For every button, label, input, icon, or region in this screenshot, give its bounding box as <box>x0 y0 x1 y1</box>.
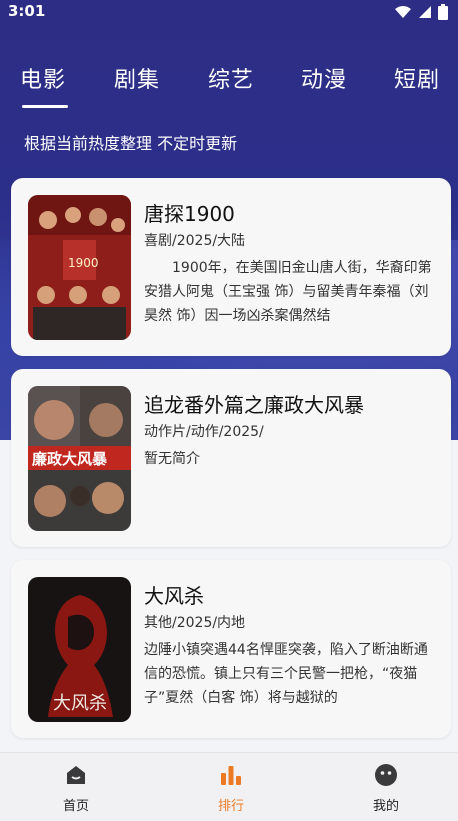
movie-card[interactable]: 廉政大风暴 追龙番外篇之廉政大风暴 动作片/动作/2025/ 暂无简介 <box>11 369 451 547</box>
movie-description: 1900年，在美国旧金山唐人街，华裔印第安猎人阿鬼（王宝强 饰）与留美青年秦福（… <box>144 260 432 324</box>
movie-title: 大风杀 <box>144 584 204 608</box>
ranking-subtitle: 根据当前热度整理 不定时更新 <box>24 134 238 153</box>
tab-movies[interactable]: 电影 <box>20 62 66 94</box>
movie-poster: 1900 <box>28 195 131 340</box>
movie-description: 暂无简介 <box>144 451 200 467</box>
movie-poster: 廉政大风暴 <box>28 386 131 531</box>
movie-poster: 大风杀 <box>28 577 131 722</box>
svg-text:大风杀: 大风杀 <box>53 693 107 714</box>
movie-card[interactable]: 1900 唐探1900 喜剧/2025/大陆 1900年，在美国旧金山唐人街，华… <box>11 178 451 356</box>
svg-text:廉政大风暴: 廉政大风暴 <box>32 450 108 468</box>
tab-anime[interactable]: 动漫 <box>301 62 347 94</box>
nav-home[interactable]: 首页 <box>36 763 116 814</box>
movie-title: 追龙番外篇之廉政大风暴 <box>144 393 364 417</box>
movie-meta: 动作片/动作/2025/ <box>144 424 264 440</box>
svg-text:1900: 1900 <box>68 256 99 270</box>
battery-icon <box>438 4 448 20</box>
status-bar: 3:01 <box>0 0 458 24</box>
nav-profile-label: 我的 <box>372 799 399 814</box>
status-time: 3:01 <box>8 2 46 20</box>
nav-ranking[interactable]: 排行 <box>191 763 271 814</box>
active-tab-indicator <box>22 105 68 108</box>
wifi-icon <box>395 6 411 18</box>
nav-home-label: 首页 <box>62 799 89 814</box>
status-icons <box>394 4 448 20</box>
tab-series[interactable]: 剧集 <box>114 62 160 94</box>
category-tabs: 电影 剧集 综艺 动漫 短剧 <box>0 62 458 112</box>
profile-face-icon <box>375 764 397 786</box>
nav-ranking-label: 排行 <box>217 799 244 814</box>
tab-short-drama[interactable]: 短剧 <box>394 62 440 94</box>
tab-variety[interactable]: 综艺 <box>208 62 254 94</box>
movie-description: 边陲小镇突遇44名悍匪突袭，陷入了断油断通信的恐慌。镇上只有三个民警一把枪，“夜… <box>144 642 428 706</box>
nav-profile[interactable]: 我的 <box>346 763 426 814</box>
movie-meta: 喜剧/2025/大陆 <box>144 233 246 249</box>
ranking-bar-icon <box>221 766 241 785</box>
signal-icon <box>419 6 431 18</box>
movie-meta: 其他/2025/内地 <box>144 615 246 631</box>
bottom-navigation: 首页 排行 我的 <box>0 752 458 821</box>
home-icon <box>67 766 85 784</box>
movie-card[interactable]: 大风杀 大风杀 其他/2025/内地 边陲小镇突遇44名悍匪突袭，陷入了断油断通… <box>11 560 451 738</box>
movie-title: 唐探1900 <box>144 202 235 226</box>
